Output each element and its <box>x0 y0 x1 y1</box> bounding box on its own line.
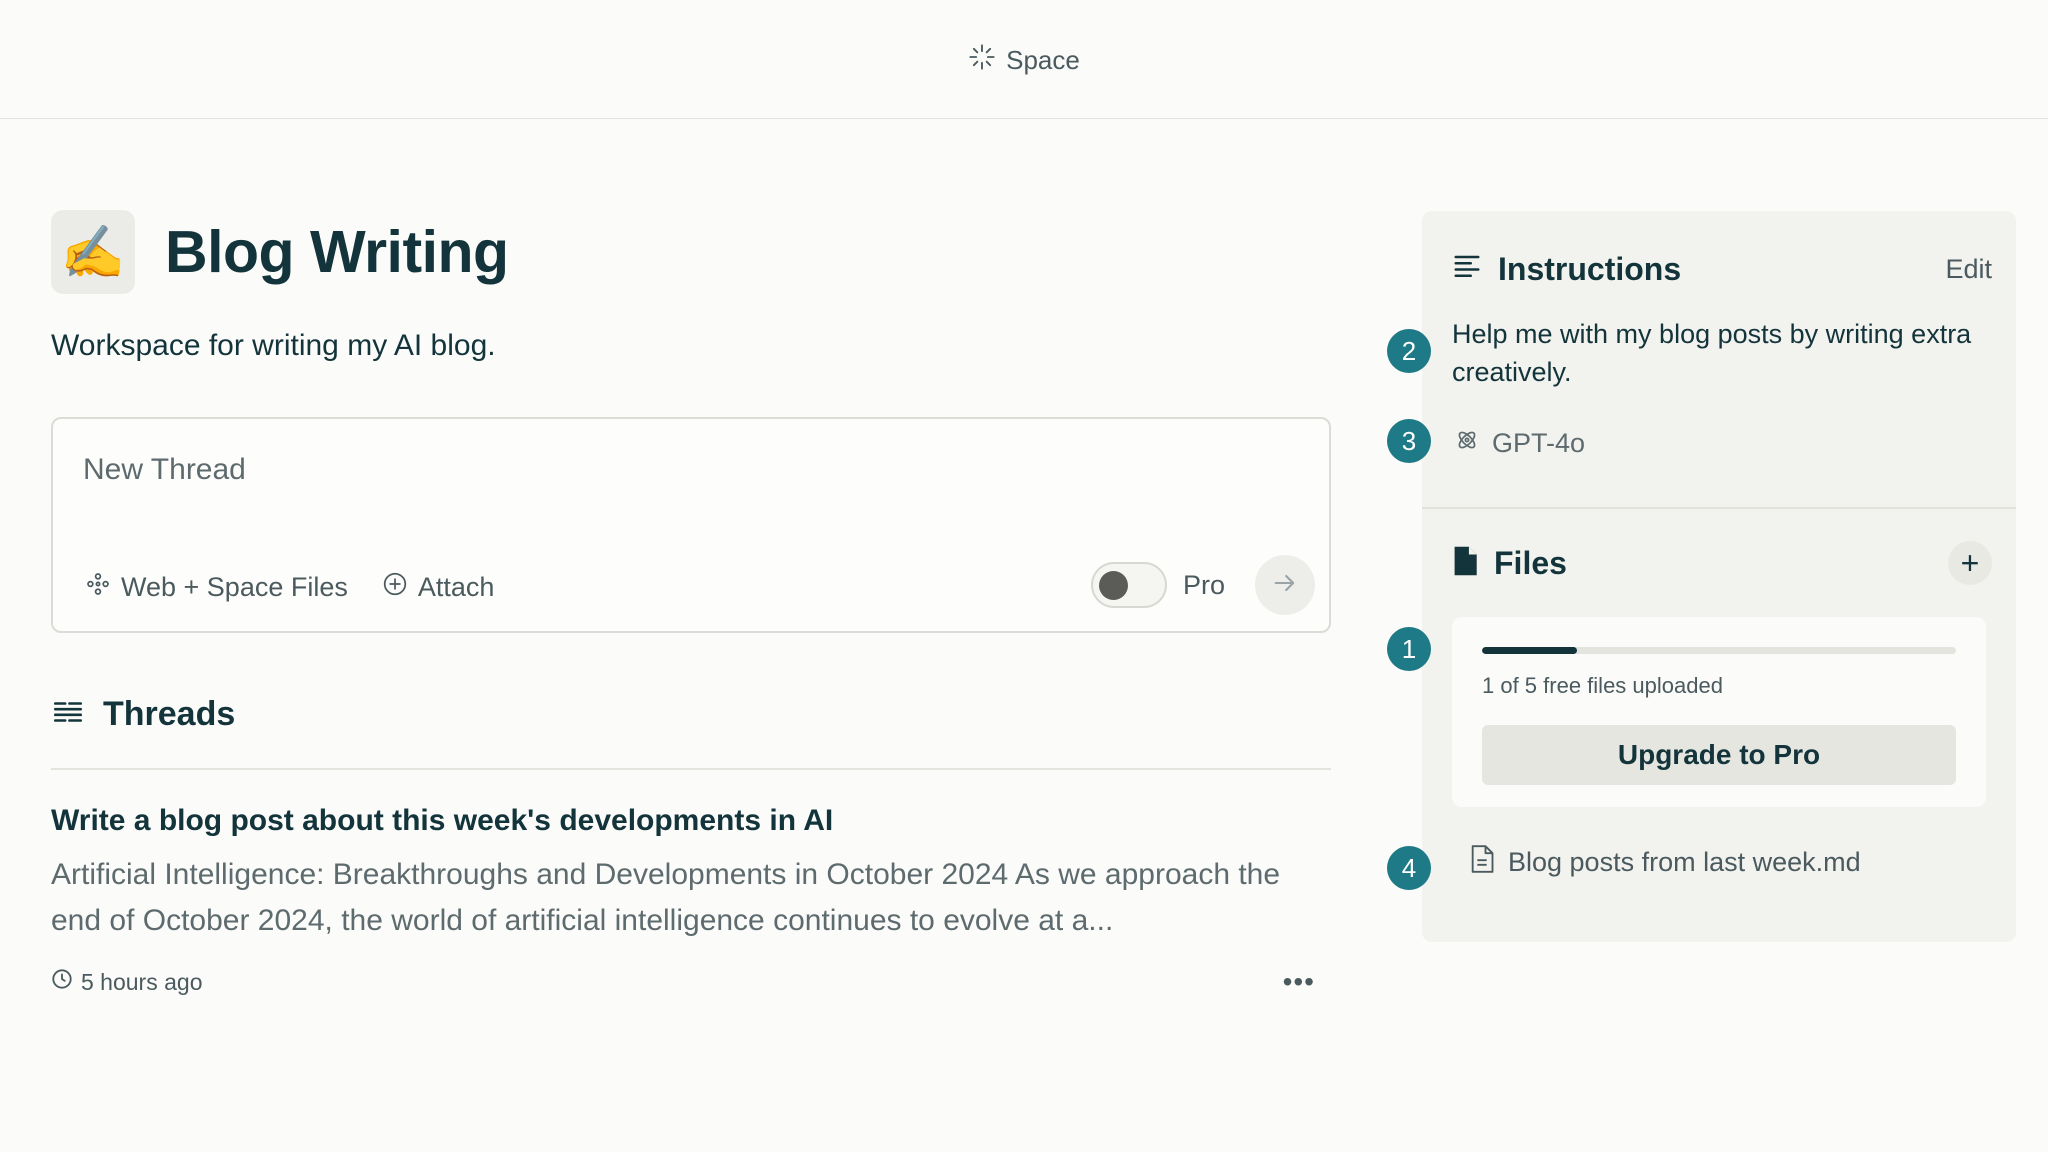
annotation-badge: 3 <box>1387 419 1431 463</box>
annotation-badge: 1 <box>1387 627 1431 671</box>
file-icon <box>1452 545 1478 582</box>
attach-button[interactable]: Attach <box>382 571 495 604</box>
space-emoji[interactable]: ✍️ <box>51 210 135 294</box>
space-main: ✍️ Blog Writing Workspace for writing my… <box>51 210 1331 998</box>
composer-tools: Web + Space Files Attach <box>85 571 494 604</box>
upload-progress-fill <box>1482 647 1577 654</box>
pro-toggle[interactable] <box>1090 562 1167 608</box>
model-selector[interactable]: GPT-4o <box>1454 427 1585 460</box>
upload-status: 1 of 5 free files uploaded <box>1482 673 1723 698</box>
file-name: Blog posts from last week.md <box>1508 847 1861 877</box>
top-bar: Space <box>0 0 2048 119</box>
space-sidebar: Instructions Edit Help me with my blog p… <box>1422 211 2016 942</box>
threads-header: Threads <box>51 695 1331 770</box>
more-options-icon[interactable]: ••• <box>1283 966 1315 998</box>
divider <box>1422 507 2016 509</box>
threads-title: Threads <box>103 695 236 733</box>
sparkle-icon <box>968 43 996 78</box>
new-thread-input[interactable]: New Thread <box>83 453 246 487</box>
files-title: Files <box>1494 544 1567 581</box>
space-breadcrumb[interactable]: Space <box>968 43 1080 78</box>
clock-icon <box>51 968 73 996</box>
annotation-badge: 4 <box>1387 846 1431 890</box>
submit-button[interactable] <box>1255 555 1315 615</box>
thread-meta: 5 hours ago <box>51 968 1331 996</box>
sources-icon <box>85 571 111 604</box>
upload-limit-card: 1 of 5 free files uploaded Upgrade to Pr… <box>1452 617 1986 807</box>
threads-icon <box>51 695 85 734</box>
space-title-row: ✍️ Blog Writing <box>51 210 1331 294</box>
space-label: Space <box>1006 44 1080 75</box>
edit-instructions-button[interactable]: Edit <box>1945 254 1992 285</box>
composer-actions: Pro <box>1090 555 1315 615</box>
document-icon <box>1470 845 1494 880</box>
space-description: Workspace for writing my AI blog. <box>51 329 496 362</box>
file-item[interactable]: Blog posts from last week.md <box>1470 845 1861 880</box>
thread-timestamp: 5 hours ago <box>81 968 203 995</box>
arrow-right-icon <box>1271 569 1299 602</box>
sources-label: Web + Space Files <box>121 572 348 602</box>
new-thread-composer[interactable]: New Thread Web + Space Files Attach Pro <box>51 417 1331 633</box>
pro-label: Pro <box>1182 569 1225 600</box>
model-icon <box>1454 427 1480 460</box>
page-title: Blog Writing <box>165 219 509 285</box>
upload-progress-bar <box>1482 647 1956 654</box>
sources-button[interactable]: Web + Space Files <box>85 571 348 604</box>
attach-label: Attach <box>417 572 495 602</box>
files-header: Files + <box>1452 541 1992 585</box>
instructions-icon <box>1452 252 1482 287</box>
instructions-header: Instructions Edit <box>1452 251 1992 288</box>
thread-item[interactable]: Write a blog post about this week's deve… <box>51 804 1331 998</box>
instructions-title: Instructions <box>1498 251 1682 287</box>
thread-title[interactable]: Write a blog post about this week's deve… <box>51 804 1331 838</box>
toggle-knob <box>1098 571 1128 600</box>
add-file-button[interactable]: + <box>1948 541 1992 585</box>
thread-snippet: Artificial Intelligence: Breakthroughs a… <box>51 858 1281 937</box>
instructions-text: Help me with my blog posts by writing ex… <box>1452 319 1972 387</box>
annotation-badge: 2 <box>1387 329 1431 373</box>
upgrade-to-pro-button[interactable]: Upgrade to Pro <box>1482 725 1956 785</box>
plus-circle-icon <box>382 571 408 604</box>
model-name: GPT-4o <box>1492 428 1586 458</box>
